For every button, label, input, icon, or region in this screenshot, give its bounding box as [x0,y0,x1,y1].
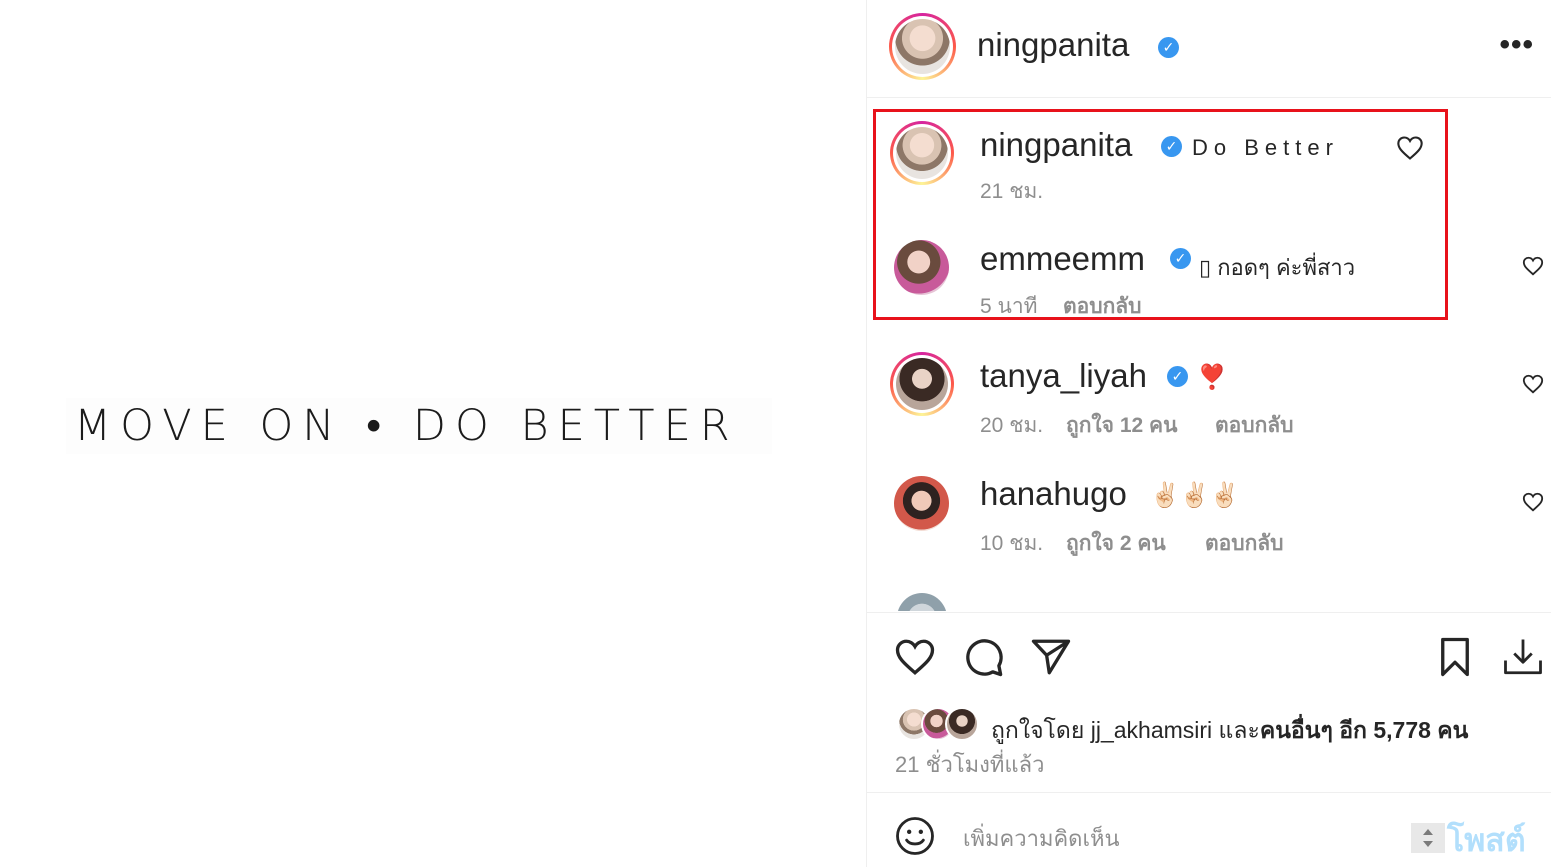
comment-username[interactable]: hanahugo [980,475,1127,513]
comment-username[interactable]: tanya_liyah [980,357,1147,395]
reply-button[interactable]: ตอบกลับ [1215,409,1294,442]
avatar[interactable] [894,240,949,295]
comment-input[interactable] [963,822,1393,856]
liker-avatars[interactable] [897,707,979,743]
comment-time: 20 ชม. [980,414,1044,437]
download-icon[interactable] [1502,636,1544,678]
divider [867,792,1551,793]
likes-summary[interactable]: ถูกใจโดย jj_akhamsiri และคนอื่นๆ อีก 5,7… [991,713,1468,749]
comment-text: Do Better [1192,135,1339,160]
avatar[interactable] [890,121,954,185]
scroll-arrows[interactable] [1411,823,1445,853]
heart-icon[interactable] [1522,255,1544,277]
comment-text: ❣️ [1197,364,1227,391]
highlight-box [873,109,1448,320]
post-panel: ningpanita ✓ ••• ningpanita ✓ Do Better … [866,0,1551,867]
post-image: MOVE ON • DO BETTER [0,0,866,867]
verified-icon: ✓ [1158,37,1179,58]
share-icon[interactable] [1030,636,1072,678]
post-time: 21 ชั่วโมงที่แล้ว [895,752,1045,777]
heart-icon[interactable] [1396,135,1424,161]
author-username[interactable]: ningpanita [977,26,1129,64]
avatar[interactable] [894,476,949,531]
comment-likes[interactable]: ถูกใจ 12 คน [1066,409,1177,442]
comment-time: 21 ชม. [980,180,1044,203]
comment-username[interactable]: ningpanita [980,126,1132,164]
verified-icon: ✓ [1167,366,1188,387]
comment-text: ▯ กอดๆ ค่ะพี่สาว [1199,255,1356,280]
heart-icon[interactable] [1522,373,1544,395]
comment-text: ✌🏻✌🏻✌🏻 [1150,482,1240,509]
comments-list: ningpanita ✓ Do Better 21 ชม. emmeemm ✓ … [867,99,1551,611]
bookmark-icon[interactable] [1434,636,1476,678]
reply-button[interactable]: ตอบกลับ [1205,527,1284,560]
comment-time: 5 นาที [980,295,1038,318]
comment-username[interactable]: emmeemm [980,240,1145,278]
likes-joiner: และ [1218,717,1260,743]
verified-icon: ✓ [1170,248,1191,269]
likes-user[interactable]: jj_akhamsiri [1091,717,1212,743]
comment-icon[interactable] [963,636,1005,678]
avatar[interactable] [890,352,954,416]
reply-button[interactable]: ตอบกลับ [1063,290,1142,323]
author-avatar[interactable] [889,13,956,80]
heart-icon[interactable] [894,636,936,678]
comment-time: 10 ชม. [980,532,1044,555]
avatar[interactable] [897,593,947,611]
likes-prefix: ถูกใจโดย [991,717,1085,743]
more-icon[interactable]: ••• [1499,30,1534,60]
post-button[interactable]: โพสต์ [1447,815,1526,866]
likes-others[interactable]: คนอื่นๆ อีก 5,778 คน [1260,717,1469,743]
comment-likes[interactable]: ถูกใจ 2 คน [1066,527,1166,560]
heart-icon[interactable] [1522,491,1544,513]
post-header: ningpanita ✓ ••• [867,0,1551,98]
divider [867,612,1551,613]
verified-icon: ✓ [1161,136,1182,157]
emoji-icon[interactable] [895,816,935,856]
post-image-text: MOVE ON • DO BETTER [66,398,772,454]
